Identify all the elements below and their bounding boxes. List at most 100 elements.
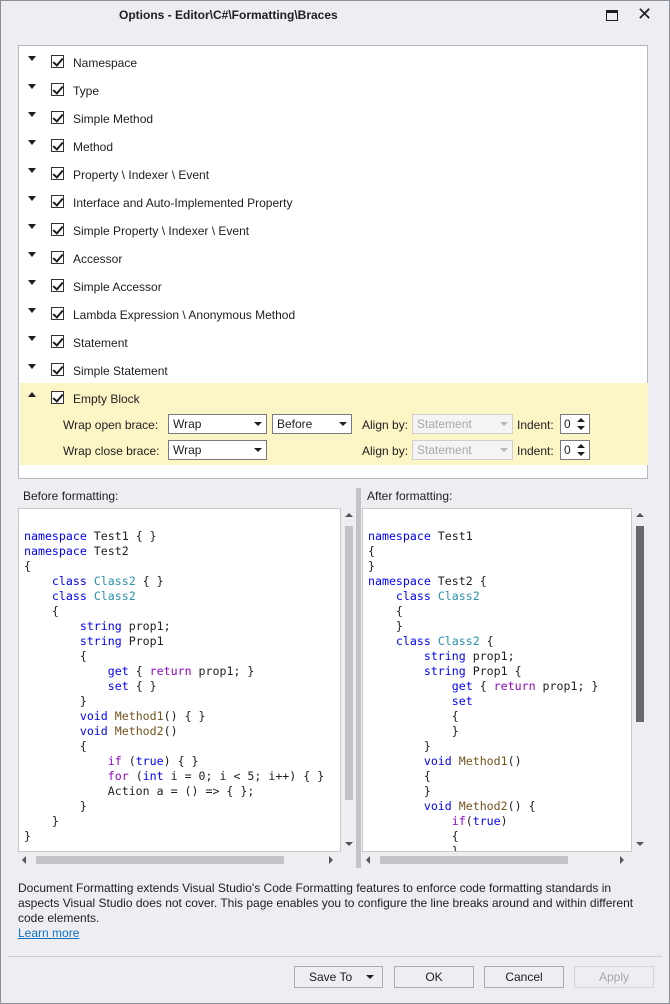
scroll-right-icon[interactable] xyxy=(329,856,333,864)
ok-button[interactable]: OK xyxy=(394,966,474,988)
rule-namespace[interactable]: Namespace xyxy=(19,48,647,76)
scroll-left-icon[interactable] xyxy=(366,856,370,864)
expand-arrow-icon[interactable] xyxy=(28,308,36,313)
expand-arrow-icon[interactable] xyxy=(28,224,36,229)
rule-accessor[interactable]: Accessor xyxy=(19,244,647,272)
rule-checkbox[interactable] xyxy=(51,363,64,376)
rule-label: Interface and Auto-Implemented Property xyxy=(73,196,293,210)
spin-down-icon[interactable] xyxy=(577,426,585,430)
cancel-button[interactable]: Cancel xyxy=(484,966,564,988)
title-bar: Options - Editor\C#\Formatting\Braces ✕ xyxy=(1,1,669,31)
expand-arrow-icon[interactable] xyxy=(28,168,36,173)
save-to-label: Save To xyxy=(309,970,353,984)
scroll-thumb[interactable] xyxy=(636,526,644,722)
open-position-value: Before xyxy=(277,417,313,431)
expand-arrow-icon[interactable] xyxy=(28,280,36,285)
expand-arrow-icon[interactable] xyxy=(28,112,36,117)
scroll-thumb[interactable] xyxy=(345,526,353,800)
before-horizontal-scrollbar[interactable] xyxy=(18,853,341,867)
pane-splitter[interactable] xyxy=(356,488,361,868)
rule-simple-property[interactable]: Simple Property \ Indexer \ Event xyxy=(19,216,647,244)
rule-simple-accessor[interactable]: Simple Accessor xyxy=(19,272,647,300)
rule-checkbox[interactable] xyxy=(51,83,64,96)
rule-simple-method[interactable]: Simple Method xyxy=(19,104,647,132)
chevron-down-icon xyxy=(254,448,262,452)
after-code: namespace Test1 { } namespace Test2 { cl… xyxy=(368,529,599,852)
learn-more-link[interactable]: Learn more xyxy=(18,926,79,940)
before-code-preview[interactable]: namespace Test1 { } namespace Test2 { cl… xyxy=(18,508,341,852)
scroll-thumb[interactable] xyxy=(36,856,284,864)
rule-checkbox[interactable] xyxy=(51,307,64,320)
expand-arrow-icon[interactable] xyxy=(28,196,36,201)
wrap-close-select[interactable]: Wrap xyxy=(168,440,267,460)
after-code-preview[interactable]: namespace Test1 { } namespace Test2 { cl… xyxy=(362,508,632,852)
rule-label: Simple Property \ Indexer \ Event xyxy=(73,224,250,238)
open-align-select: Statement xyxy=(412,414,513,434)
close-indent-stepper[interactable]: 0 xyxy=(560,440,590,460)
open-indent-stepper[interactable]: 0 xyxy=(560,414,590,434)
scroll-up-icon[interactable] xyxy=(636,513,644,517)
rule-checkbox[interactable] xyxy=(51,139,64,152)
close-icon[interactable]: ✕ xyxy=(637,4,652,24)
rule-simple-statement[interactable]: Simple Statement xyxy=(19,356,647,384)
indent-label: Indent: xyxy=(517,418,554,432)
rule-label: Statement xyxy=(73,336,128,350)
rule-property-indexer-event[interactable]: Property \ Indexer \ Event xyxy=(19,160,647,188)
rule-statement[interactable]: Statement xyxy=(19,328,647,356)
close-indent-value: 0 xyxy=(564,443,571,457)
after-formatting-label: After formatting: xyxy=(367,489,453,503)
rule-checkbox[interactable] xyxy=(51,55,64,68)
expand-arrow-icon[interactable] xyxy=(28,140,36,145)
maximize-icon[interactable] xyxy=(606,10,618,21)
collapse-arrow-icon[interactable] xyxy=(28,392,36,397)
scroll-down-icon[interactable] xyxy=(636,842,644,846)
rule-empty-block[interactable]: Empty Block xyxy=(19,384,647,412)
rule-label: Simple Method xyxy=(73,112,154,126)
wrap-close-brace-label: Wrap close brace: xyxy=(63,444,160,458)
description-text: Document Formatting extends Visual Studi… xyxy=(18,881,634,925)
rule-checkbox[interactable] xyxy=(51,279,64,292)
open-indent-value: 0 xyxy=(564,417,571,431)
scroll-right-icon[interactable] xyxy=(620,856,624,864)
rule-checkbox[interactable] xyxy=(51,111,64,124)
rule-type[interactable]: Type xyxy=(19,76,647,104)
rule-checkbox[interactable] xyxy=(51,251,64,264)
open-position-select[interactable]: Before xyxy=(272,414,352,434)
expand-arrow-icon[interactable] xyxy=(28,56,36,61)
expand-arrow-icon[interactable] xyxy=(28,84,36,89)
rule-label: Method xyxy=(73,140,114,154)
rule-interface-auto-property[interactable]: Interface and Auto-Implemented Property xyxy=(19,188,647,216)
before-code: namespace Test1 { } namespace Test2 { cl… xyxy=(24,529,325,843)
rule-method[interactable]: Method xyxy=(19,132,647,160)
before-formatting-label: Before formatting: xyxy=(23,489,119,503)
wrap-open-select[interactable]: Wrap xyxy=(168,414,267,434)
close-align-value: Statement xyxy=(417,443,472,457)
spin-down-icon[interactable] xyxy=(577,452,585,456)
scroll-down-icon[interactable] xyxy=(345,842,353,846)
spin-up-icon[interactable] xyxy=(577,444,585,448)
expand-arrow-icon[interactable] xyxy=(28,364,36,369)
save-to-button[interactable]: Save To xyxy=(294,966,383,988)
before-vertical-scrollbar[interactable] xyxy=(342,508,356,852)
rule-checkbox[interactable] xyxy=(51,195,64,208)
expand-arrow-icon[interactable] xyxy=(28,252,36,257)
rule-checkbox[interactable] xyxy=(51,335,64,348)
rule-checkbox[interactable] xyxy=(51,391,64,404)
rule-lambda[interactable]: Lambda Expression \ Anonymous Method xyxy=(19,300,647,328)
chevron-down-icon xyxy=(254,422,262,426)
after-horizontal-scrollbar[interactable] xyxy=(362,853,632,867)
rule-checkbox[interactable] xyxy=(51,167,64,180)
scroll-thumb[interactable] xyxy=(380,856,568,864)
scroll-left-icon[interactable] xyxy=(22,856,26,864)
chevron-down-icon xyxy=(500,448,508,452)
after-vertical-scrollbar[interactable] xyxy=(633,508,647,852)
rule-label: Simple Statement xyxy=(73,364,168,378)
apply-button[interactable]: Apply xyxy=(574,966,654,988)
spin-up-icon[interactable] xyxy=(577,418,585,422)
scroll-up-icon[interactable] xyxy=(345,513,353,517)
rule-checkbox[interactable] xyxy=(51,223,64,236)
empty-block-options: Empty Block Wrap open brace: Wrap Before… xyxy=(20,383,648,465)
close-align-select: Statement xyxy=(412,440,513,460)
expand-arrow-icon[interactable] xyxy=(28,336,36,341)
rule-label: Type xyxy=(73,84,100,98)
